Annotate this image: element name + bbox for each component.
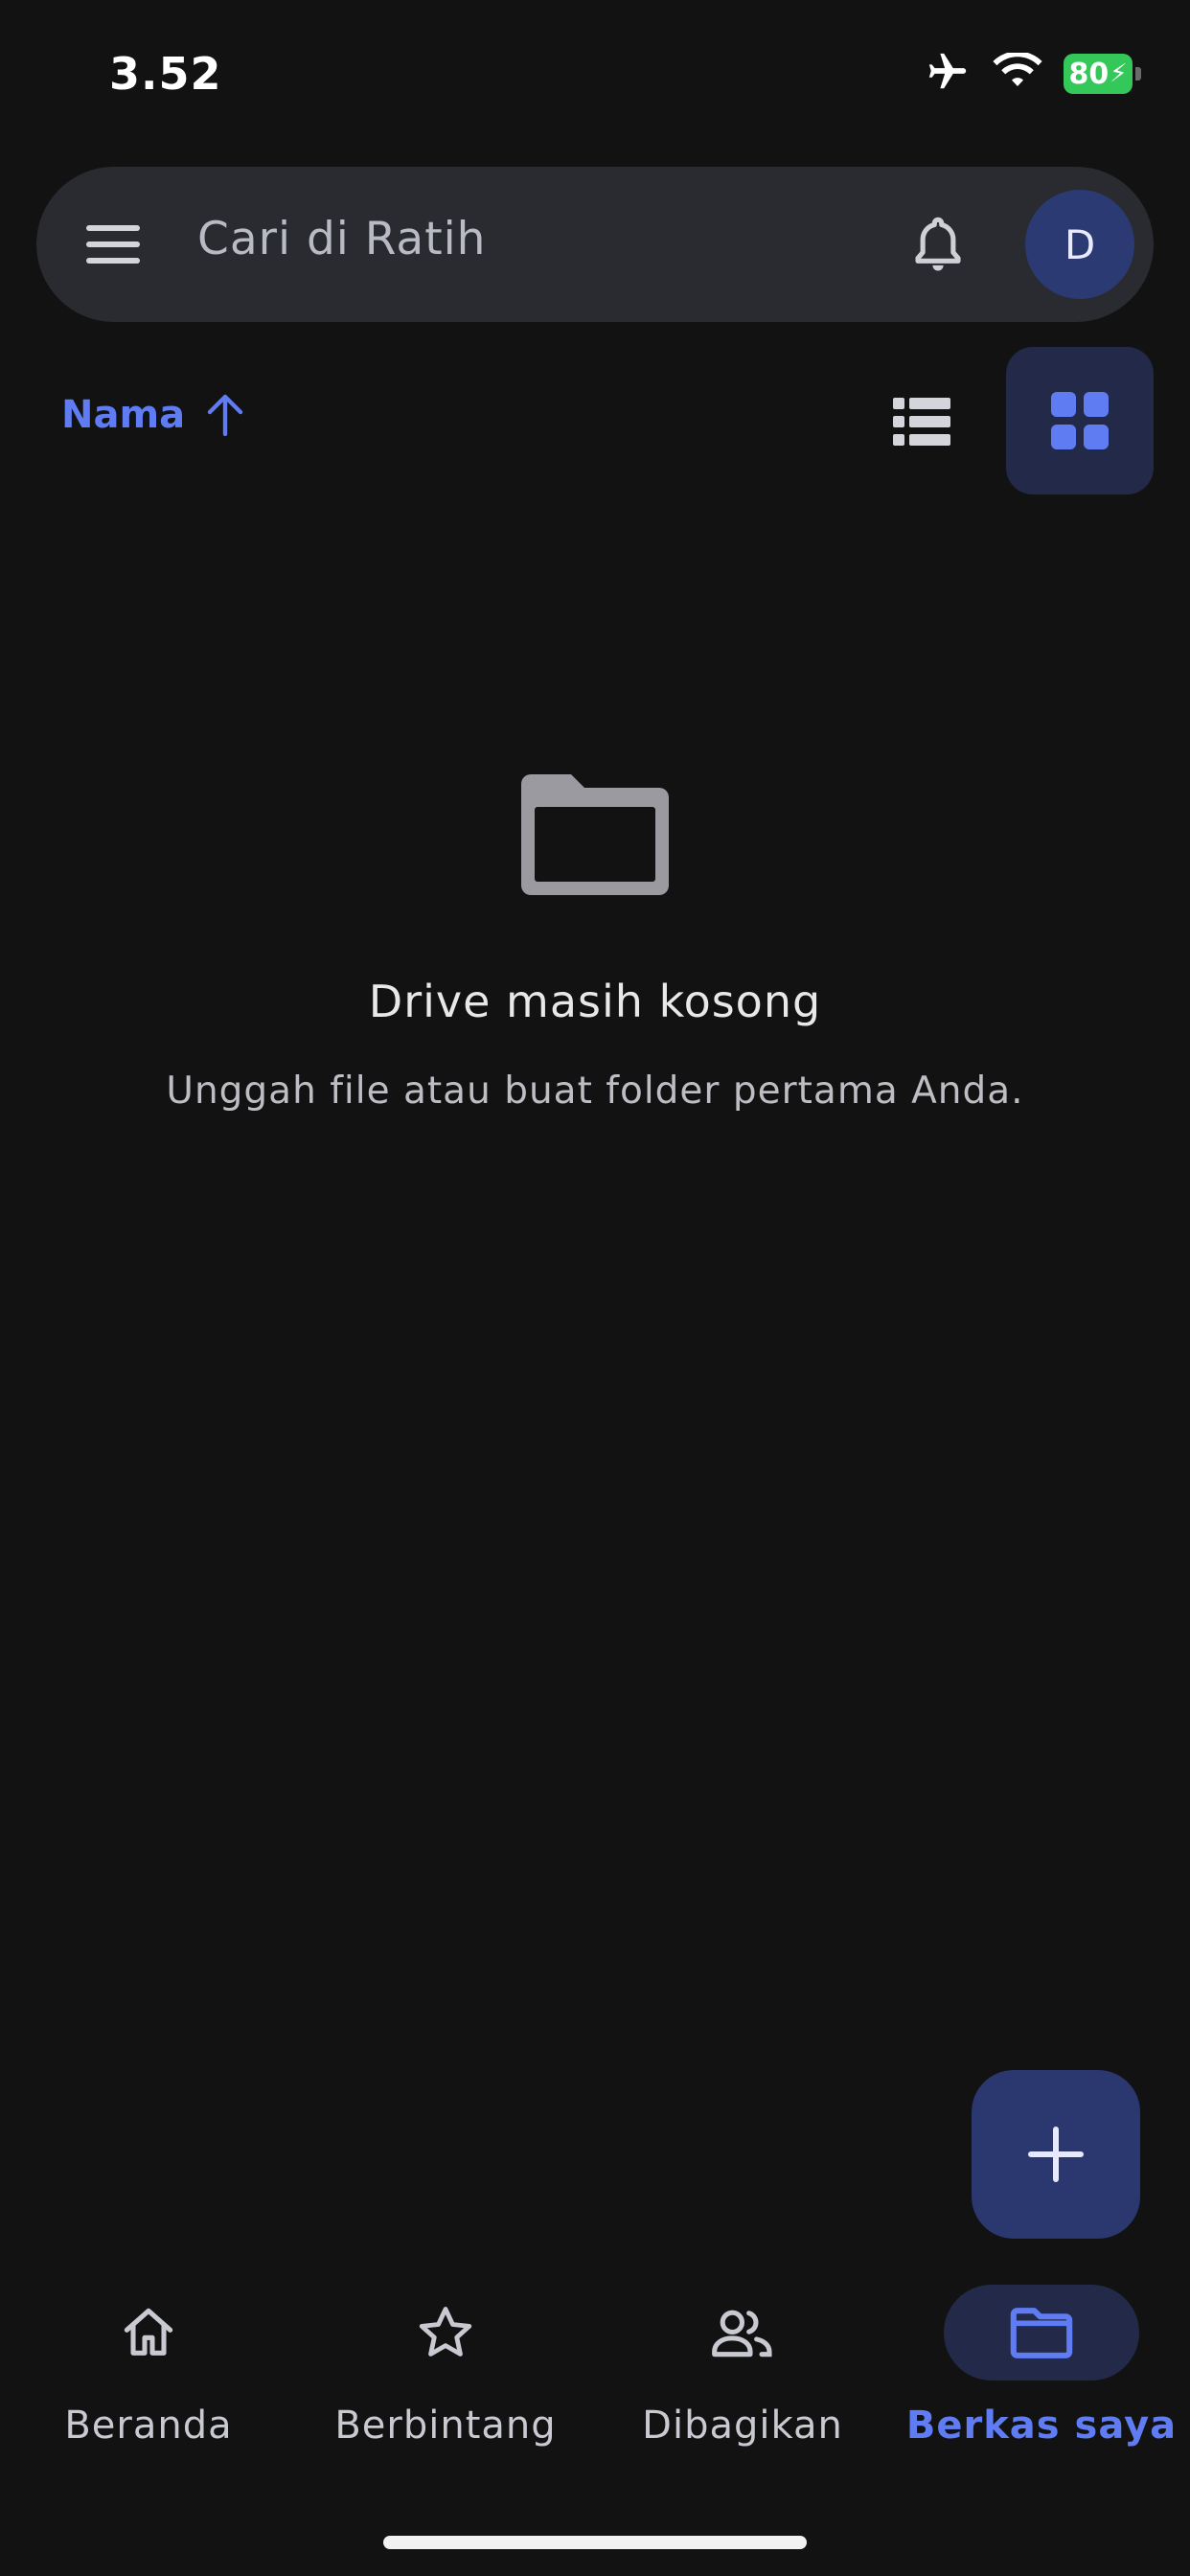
grid-view-icon: [1051, 392, 1109, 449]
plus-icon: [1028, 2127, 1084, 2182]
folder-icon: [944, 2285, 1139, 2380]
grid-view-button[interactable]: [1006, 347, 1154, 494]
menu-button[interactable]: [80, 212, 146, 277]
arrow-up-icon: [207, 394, 243, 436]
battery-level: 80: [1068, 57, 1110, 91]
people-icon: [645, 2285, 840, 2380]
hamburger-menu-icon: [86, 225, 140, 264]
nav-label-berkas-saya: Berkas saya: [905, 2404, 1178, 2448]
status-icons: 80 ⚡: [924, 50, 1141, 98]
search-input[interactable]: Cari di Ratih: [197, 213, 486, 265]
notifications-button[interactable]: [899, 205, 977, 284]
nav-item-dibagikan[interactable]: Dibagikan: [594, 2281, 891, 2472]
sort-button[interactable]: Nama: [61, 393, 244, 437]
nav-item-berkas-saya[interactable]: Berkas saya: [893, 2281, 1190, 2472]
account-avatar[interactable]: D: [1025, 190, 1134, 299]
star-icon: [348, 2285, 543, 2380]
airplane-icon: [924, 50, 972, 98]
empty-state-subtitle: Unggah file atau buat folder pertama And…: [166, 1070, 1024, 1113]
list-view-icon: [893, 398, 950, 446]
create-new-button[interactable]: [972, 2070, 1140, 2239]
wifi-icon: [993, 51, 1042, 95]
sort-label: Nama: [61, 393, 186, 437]
home-icon: [51, 2285, 246, 2380]
bell-icon: [915, 217, 961, 271]
status-time: 3.52: [109, 48, 222, 100]
nav-item-beranda[interactable]: Beranda: [0, 2281, 297, 2472]
search-bar[interactable]: Cari di Ratih D: [36, 167, 1154, 322]
battery-icon: 80 ⚡: [1064, 54, 1141, 94]
home-indicator[interactable]: [383, 2536, 807, 2549]
empty-state-title: Drive masih kosong: [368, 976, 822, 1027]
empty-folder-icon: [521, 774, 669, 899]
nav-item-berbintang[interactable]: Berbintang: [297, 2281, 594, 2472]
list-view-button[interactable]: [883, 383, 960, 460]
